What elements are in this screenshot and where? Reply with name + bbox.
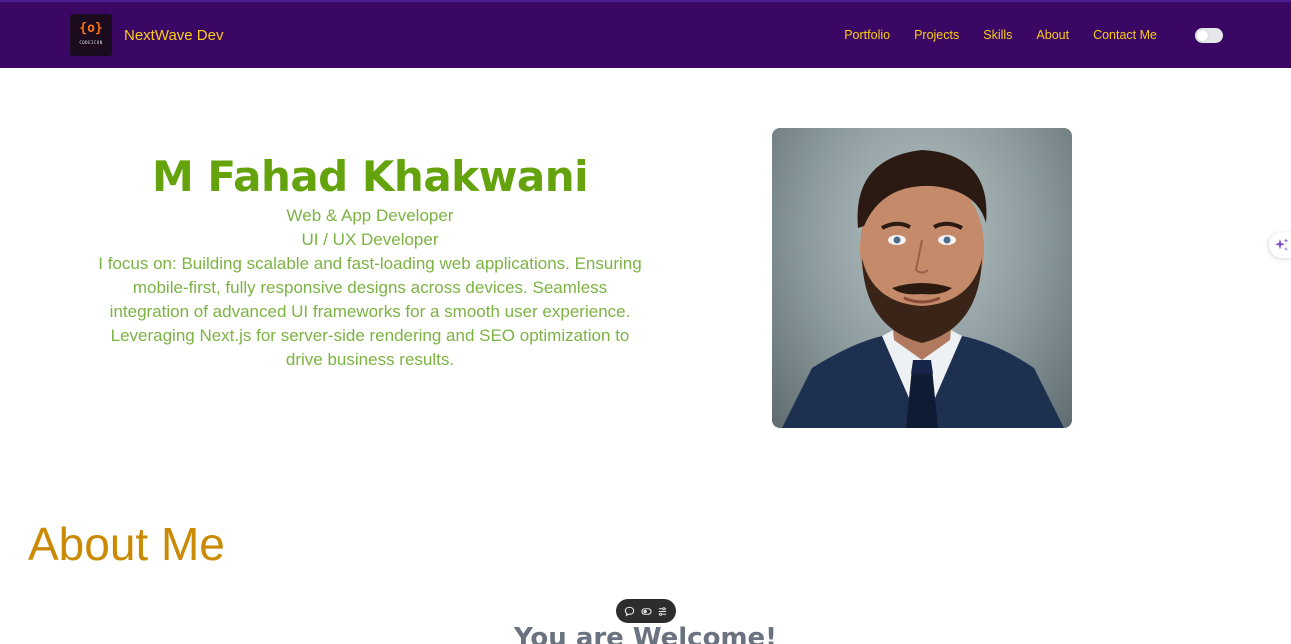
nav-links: Portfolio Projects Skills About Contact … (820, 28, 1157, 42)
toggle-knob (1197, 30, 1208, 41)
chat-bubble-icon[interactable] (623, 604, 637, 618)
nav-link-projects[interactable]: Projects (914, 28, 959, 42)
logo-text: CODEICON (79, 39, 103, 45)
hero-name: M Fahad Khakwani (151, 152, 589, 201)
navbar: {o} CODEICON NextWave Dev Portfolio Proj… (0, 0, 1291, 68)
contrast-icon[interactable] (639, 604, 653, 618)
sparkle-assistant-button[interactable] (1269, 232, 1291, 258)
nav-link-contact[interactable]: Contact Me (1093, 28, 1157, 42)
sliders-icon[interactable] (656, 604, 670, 618)
floating-toolbar (616, 599, 676, 623)
nav-link-about[interactable]: About (1036, 28, 1069, 42)
about-heading: About Me (28, 518, 225, 570)
hero-description: I focus on: Building scalable and fast-l… (98, 254, 642, 369)
nav-link-portfolio[interactable]: Portfolio (844, 28, 890, 42)
theme-toggle[interactable] (1195, 28, 1223, 43)
nav-link-skills[interactable]: Skills (983, 28, 1012, 42)
hero-section: M Fahad Khakwani Web & App Developer UI … (90, 150, 650, 372)
welcome-heading: You are Welcome! (513, 623, 778, 644)
hero-role-1: Web & App Developer (286, 206, 454, 225)
portrait-illustration (782, 150, 1064, 428)
logo: {o} CODEICON (70, 14, 112, 56)
brand-link[interactable]: {o} CODEICON NextWave Dev (70, 14, 223, 56)
profile-photo (772, 128, 1072, 428)
logo-glyph: {o} (79, 20, 103, 36)
hero-role-2: UI / UX Developer (301, 230, 439, 249)
sparkle-icon (1275, 238, 1289, 251)
brand-name: NextWave Dev (124, 26, 224, 44)
